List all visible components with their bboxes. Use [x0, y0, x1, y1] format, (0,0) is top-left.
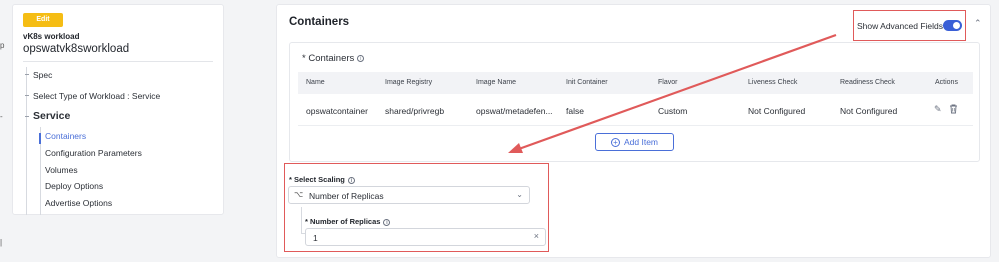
replicas-label-text: * Number of Replicas [305, 217, 381, 226]
toggle-knob [953, 22, 960, 29]
containers-card: * Containers i Name Image Registry Image … [289, 42, 980, 162]
cell-image-registry: shared/privregb [385, 106, 445, 116]
nav-item-containers[interactable]: Containers [45, 131, 86, 141]
tree-bullet [25, 116, 29, 117]
tree-line [301, 207, 302, 233]
chevron-down-icon: ⌄ [516, 190, 523, 199]
scaling-select[interactable]: ⌥ Number of Replicas ⌄ [288, 186, 530, 204]
edge-mark: - [0, 112, 3, 121]
column-header: Flavor [658, 79, 678, 86]
nav-item-spec[interactable]: Spec [33, 70, 52, 80]
scaling-highlight: * Select Scaling i ⌥ Number of Replicas ⌄… [284, 163, 549, 252]
nav-item-advertise-options[interactable]: Advertise Options [45, 198, 112, 208]
show-advanced-toggle[interactable] [943, 20, 962, 31]
cell-liveness: Not Configured [748, 106, 806, 116]
column-header: Actions [935, 79, 958, 86]
section-title: Containers [289, 16, 350, 28]
cell-readiness: Not Configured [840, 106, 898, 116]
column-header: Liveness Check [748, 79, 798, 86]
trash-icon[interactable] [949, 104, 958, 116]
tree-line [26, 67, 27, 215]
info-icon[interactable]: i [383, 218, 391, 226]
nav-item-select-type[interactable]: Select Type of Workload : Service [33, 91, 160, 101]
column-header: Name [306, 79, 325, 86]
column-header: Image Registry [385, 79, 433, 86]
info-icon[interactable]: i [357, 54, 365, 62]
scaling-selected-value: Number of Replicas [309, 191, 384, 201]
table-header: Name Image Registry Image Name Init Cont… [298, 72, 973, 94]
workload-name: opswatvk8sworkload [23, 43, 130, 55]
nav-item-volumes[interactable]: Volumes [45, 165, 78, 175]
edit-badge: Edit [23, 13, 63, 27]
scaling-icon: ⌥ [294, 190, 304, 199]
replicas-label: * Number of Replicas i [305, 217, 391, 226]
plus-icon: + [610, 138, 620, 148]
add-item-label: Add Item [623, 137, 659, 147]
divider [23, 61, 213, 62]
edge-mark: | [0, 238, 3, 247]
nav-item-service[interactable]: Service [33, 110, 70, 122]
clear-icon[interactable]: × [534, 231, 539, 241]
select-scaling-label-text: * Select Scaling [289, 175, 345, 184]
tree-bullet [25, 74, 29, 75]
active-indicator [39, 133, 41, 144]
cell-name: opswatcontainer [306, 106, 368, 116]
workload-nav-panel: Edit vK8s workload opswatvk8sworkload Sp… [12, 4, 224, 215]
replicas-value: 1 [313, 233, 318, 243]
show-advanced-label: Show Advanced Fields [857, 21, 943, 31]
cell-init-container: false [566, 106, 584, 116]
info-icon[interactable]: i [347, 176, 355, 184]
cell-flavor: Custom [658, 106, 688, 116]
add-item-button[interactable]: + Add Item [595, 133, 674, 151]
chevron-up-icon[interactable]: ⌃ [974, 18, 982, 29]
containers-card-title-text: * Containers [302, 53, 355, 64]
select-scaling-label: * Select Scaling i [289, 175, 355, 184]
column-header: Readiness Check [840, 79, 895, 86]
cell-image-name: opswat/metadefen... [476, 106, 553, 116]
edit-icon[interactable]: ✎ [934, 104, 942, 115]
nav-item-config-params[interactable]: Configuration Parameters [45, 148, 142, 158]
column-header: Image Name [476, 79, 517, 86]
replicas-input[interactable]: 1 × [305, 228, 546, 246]
advanced-fields-highlight: Show Advanced Fields [853, 10, 966, 41]
table-row[interactable]: opswatcontainer shared/privregb opswat/m… [298, 94, 973, 126]
edge-mark: p [0, 41, 5, 50]
containers-card-title: * Containers i [302, 53, 365, 64]
column-header: Init Container [566, 79, 608, 86]
nav-item-deploy-options[interactable]: Deploy Options [45, 181, 103, 191]
tree-bullet [25, 95, 29, 96]
workload-type: vK8s workload [23, 32, 80, 41]
